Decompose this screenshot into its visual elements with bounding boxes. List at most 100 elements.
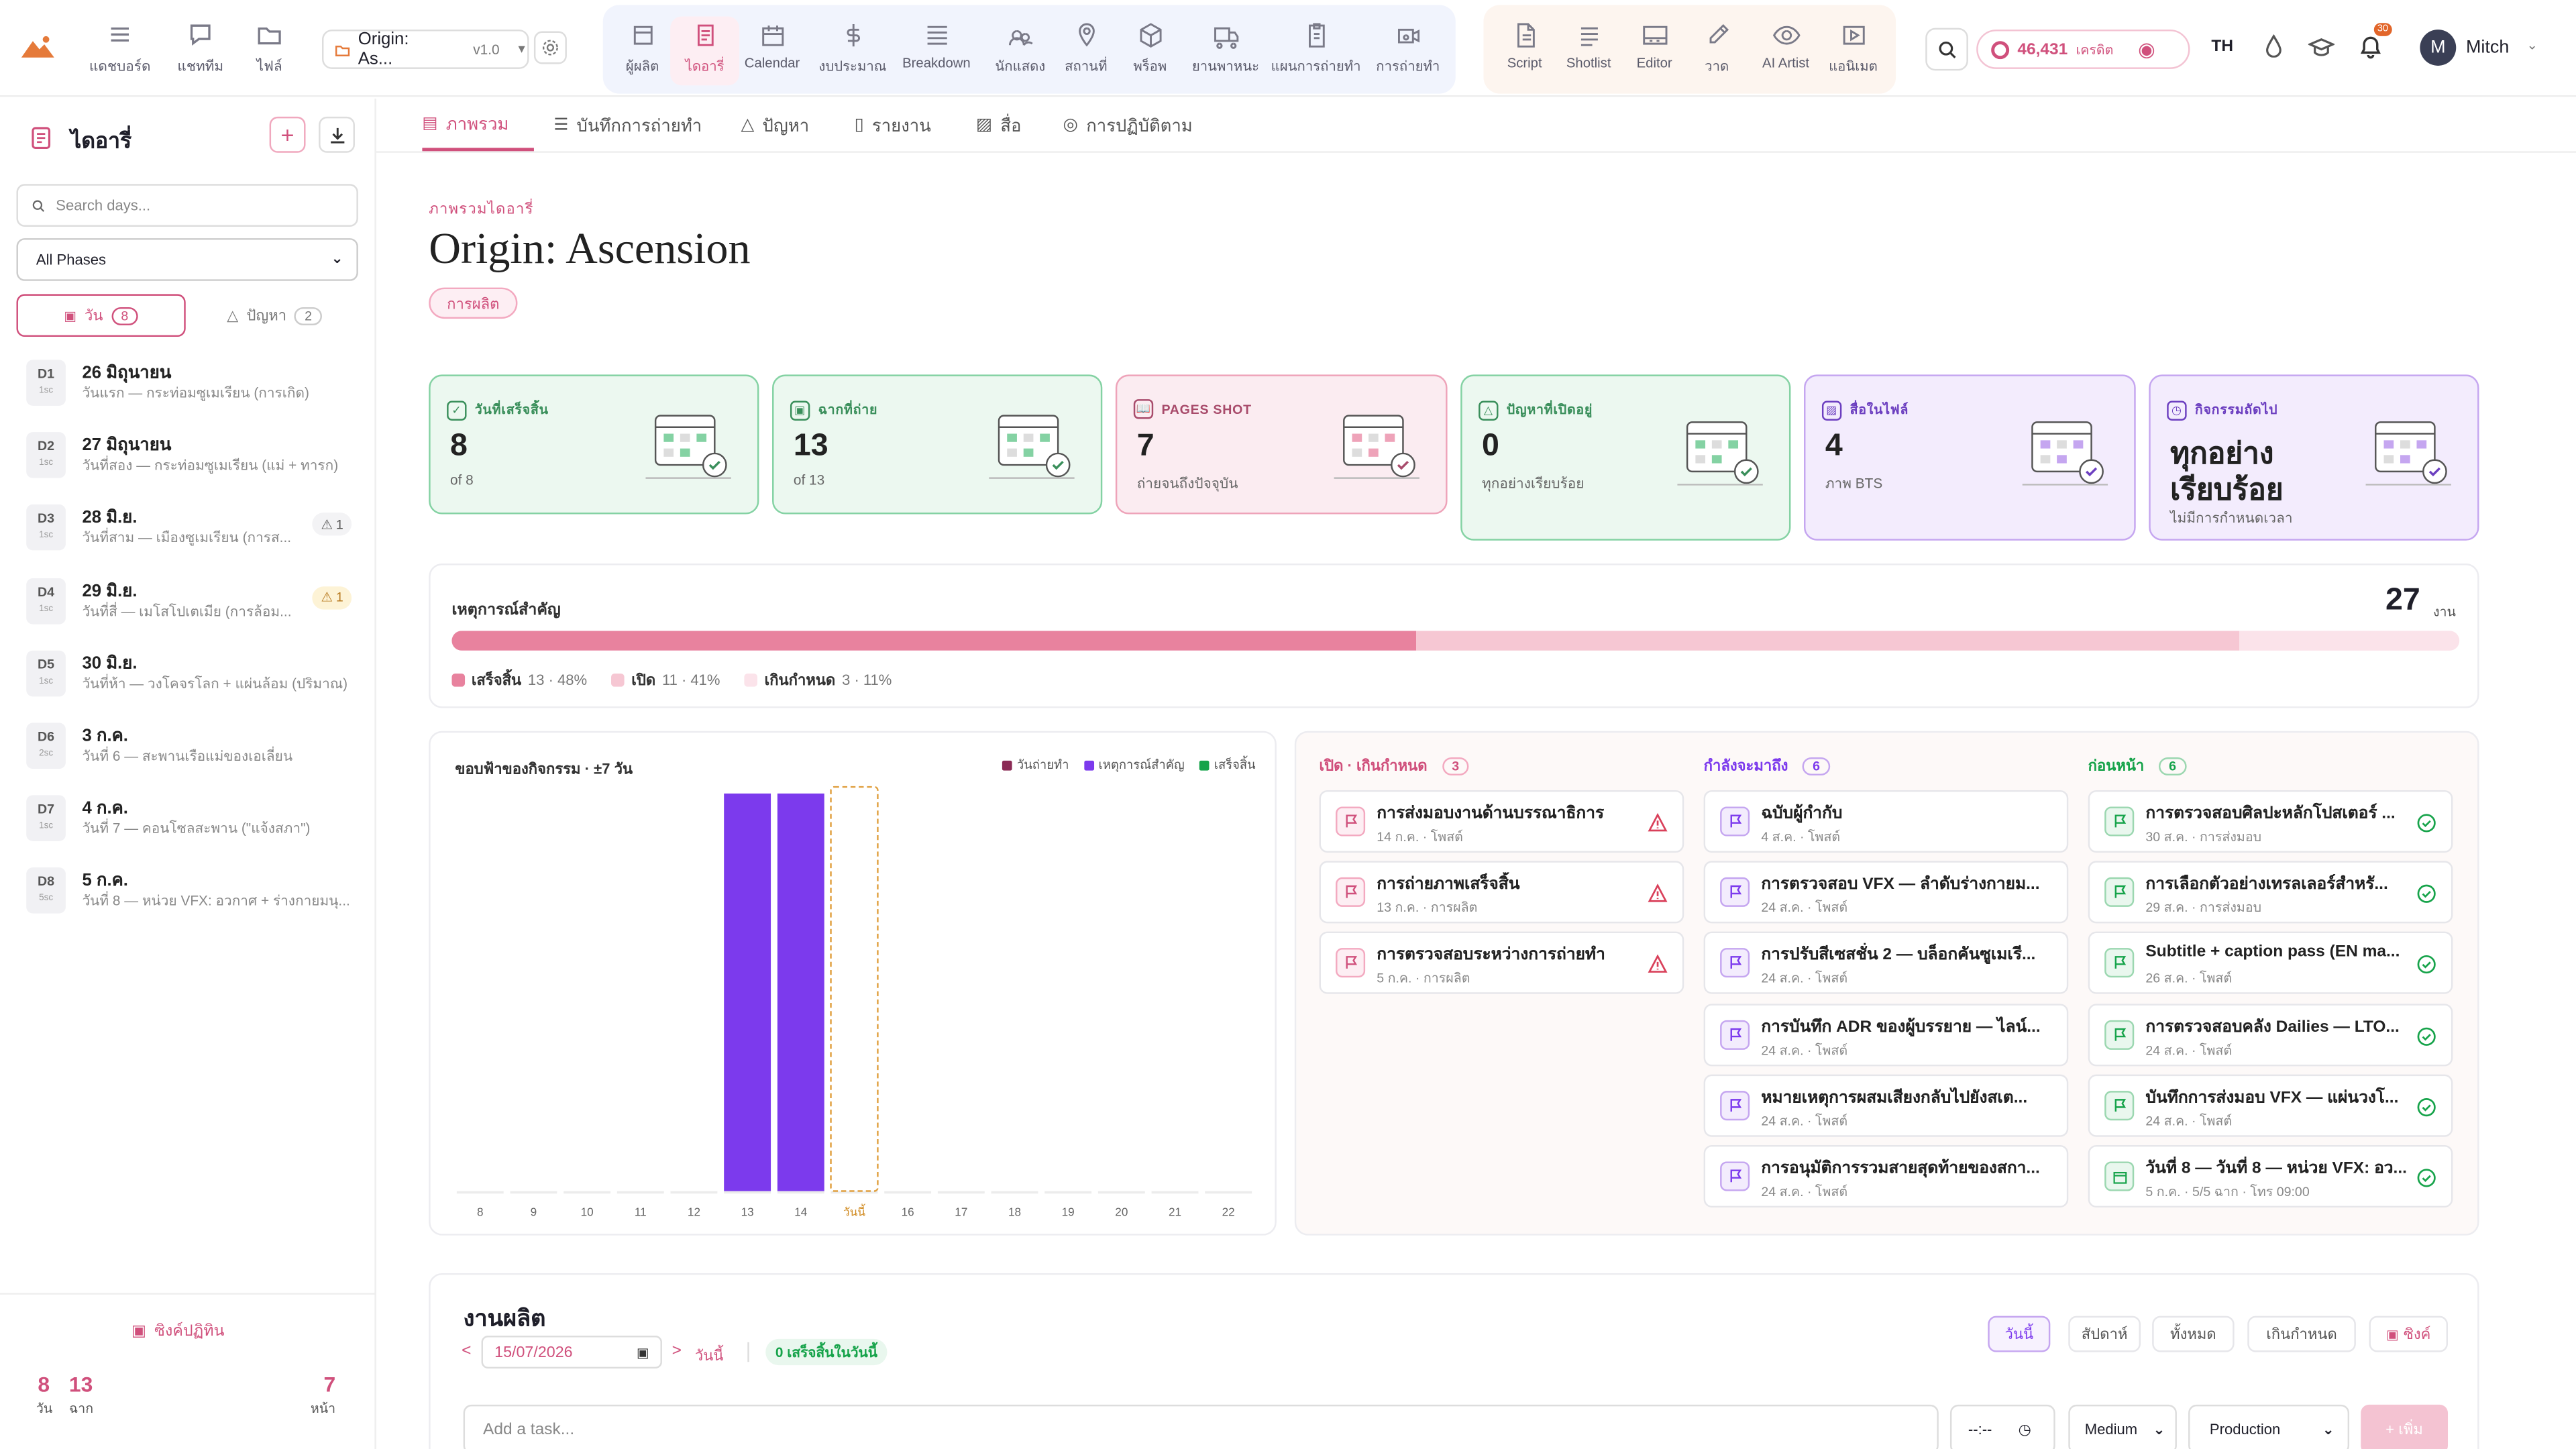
sidebar-day-item[interactable]: D4 1sc 29 มิ.ย. วันที่สี่ — เมโสโปเตเมีย (ก… — [23, 571, 358, 637]
event-card[interactable]: การตรวจสอบ VFX — ลำดับร่างกายม... 24 ส.ค.… — [1703, 861, 2069, 924]
credits-balance[interactable]: 46,431 เครดิต ◉ — [1976, 30, 2190, 69]
add-task-button[interactable]: + เพิ่ม — [2361, 1404, 2449, 1449]
tab-shoot-log[interactable]: ☰ บันทึกการถ่ายทำ — [553, 99, 702, 151]
stat-value: 13 — [793, 429, 828, 464]
graduation-cap-icon[interactable] — [2307, 36, 2336, 66]
sidebar-day-item[interactable]: D8 5sc 5 ก.ค. วันที่ 8 — หน่วย VFX: อวกาศ +… — [23, 861, 358, 927]
event-card[interactable]: หมายเหตุการผสมเสียงกลับไปยังสเต... 24 ส.ค… — [1703, 1074, 2069, 1137]
task-time-input[interactable]: --:-- ◷ — [1949, 1404, 2055, 1449]
add-day-button[interactable]: + — [269, 116, 306, 153]
search-days-input[interactable]: Search days... — [16, 184, 358, 227]
user-name[interactable]: Mitch — [2466, 38, 2509, 57]
chart-x-tick-label: 22 — [1222, 1205, 1235, 1218]
sidebar-day-item[interactable]: D3 1sc 28 มิ.ย. วันที่สาม — เมืองซูเมเรียน … — [23, 498, 358, 564]
project-selector[interactable]: Origin: As... v1.0 ▼ — [322, 30, 529, 69]
chart-baseline-mark — [1205, 1191, 1252, 1194]
tab-issues[interactable]: △ ปัญหา 2 — [191, 294, 358, 337]
sidebar-day-item[interactable]: D5 1sc 30 มิ.ย. วันที่ห้า — วงโคจรโลก + แผ่… — [23, 644, 358, 710]
date-input[interactable]: 15/07/2026 ▣ — [481, 1336, 662, 1369]
sidebar-day-item[interactable]: D1 1sc 26 มิถุนายน วันแรก — กระท่อมซูเมเรีย… — [23, 354, 358, 419]
nav-tool-cast[interactable]: นักแสดง — [985, 16, 1055, 85]
task-filter-0[interactable]: วันนี้ — [1988, 1316, 2051, 1352]
task-filter-4[interactable]: ▣ ซิงค์ — [2369, 1316, 2449, 1352]
nav-files[interactable]: ไฟล์ — [235, 16, 304, 85]
next-day-button[interactable]: > — [672, 1342, 682, 1360]
phase-select[interactable]: All Phases ⌄ — [16, 238, 358, 281]
task-filter-3[interactable]: เกินกำหนด — [2247, 1316, 2356, 1352]
stat-subtext: of 8 — [450, 471, 474, 488]
theme-drop-icon[interactable] — [2264, 34, 2284, 66]
check-circle-icon — [2416, 953, 2436, 975]
language-toggle[interactable]: TH — [2211, 38, 2233, 56]
event-card[interactable]: การปรับสีเซสชั่น 2 — บล็อกคันซูเมเรี... 2… — [1703, 932, 2069, 995]
today-link[interactable]: วันนี้ — [695, 1344, 724, 1366]
tab-issues[interactable]: △ ปัญหา — [741, 99, 809, 151]
sync-calendar-button[interactable]: ▣ ซิงค์ปฏิทิน — [131, 1320, 225, 1344]
event-card[interactable]: การอนุมัติการรวมสายสุดท้ายของสกา... 24 ส.… — [1703, 1144, 2069, 1208]
sidebar-day-item[interactable]: D2 1sc 27 มิถุนายน วันที่สอง — กระท่อมซูเมเ… — [23, 426, 358, 492]
nav-tool-breakdown[interactable]: Breakdown — [902, 16, 971, 85]
nav-tool-clipboard[interactable]: แผนการถ่ายทำ — [1270, 16, 1362, 85]
task-filter-2[interactable]: ทั้งหมด — [2152, 1316, 2235, 1352]
event-card[interactable]: Subtitle + caption pass (EN ma... 26 ส.ค.… — [2088, 932, 2453, 995]
event-card[interactable]: การเลือกตัวอย่างเทรลเลอร์สำหรั... 29 ส.ค.… — [2088, 861, 2453, 924]
chart-x-tick-label: 16 — [902, 1205, 914, 1218]
nav-tool-truck[interactable]: ยานพาหนะ — [1183, 16, 1268, 85]
tab-overview[interactable]: ▤ ภาพรวม — [422, 99, 534, 152]
notifications-button[interactable]: 30 — [2359, 23, 2392, 67]
event-card[interactable]: การส่งมอบงานด้านบรรณาธิการ 14 ก.ค. · โพสต… — [1319, 790, 1684, 853]
event-card[interactable]: การบันทึก ADR ของผู้บรรยาย — ไลน์... 24 ส… — [1703, 1003, 2069, 1066]
stat-pages-shot[interactable]: 📖 PAGES SHOT 7 ถ่ายจนถึงปัจจุบัน — [1115, 374, 1448, 515]
event-card[interactable]: การตรวจสอบศิลปะหลักโปสเตอร์ ... 30 ส.ค. ·… — [2088, 790, 2453, 853]
warning-icon — [1648, 883, 1668, 903]
nav-creative-shotlist[interactable]: Shotlist — [1554, 16, 1623, 85]
tab-reports[interactable]: ▯ รายงาน — [854, 99, 930, 151]
tab-days[interactable]: ▣ วัน 8 — [16, 294, 186, 337]
task-filter-1[interactable]: สัปดาห์ — [2068, 1316, 2141, 1352]
priority-select[interactable]: Medium ⌄ — [2068, 1404, 2177, 1449]
search-button[interactable] — [1925, 28, 1968, 71]
stat-days-completed[interactable]: ✓ วันที่เสร็จสิ้น 8 of 8 — [429, 374, 759, 515]
eye-icon[interactable]: ◉ — [2138, 38, 2155, 60]
nav-dashboard[interactable]: แดชบอร์ด — [85, 16, 154, 85]
nav-creative-pencil[interactable]: วาด — [1682, 16, 1752, 85]
nav-tool-diary[interactable]: ไดอารี่ — [670, 16, 740, 86]
stat-scenes-shot[interactable]: ▣ ฉากที่ถ่าย 13 of 13 — [772, 374, 1103, 515]
nav-team-chat[interactable]: แชททีม — [166, 16, 235, 85]
prev-day-button[interactable]: < — [462, 1342, 471, 1360]
event-card[interactable]: การตรวจสอบคลัง Dailies — LTO... 24 ส.ค. ·… — [2088, 1003, 2453, 1066]
app-logo[interactable] — [19, 33, 56, 59]
user-avatar[interactable]: M — [2420, 30, 2457, 66]
stat-next-activity[interactable]: ◷ กิจกรรมถัดไป ทุกอย่าง เรียบร้อย ไม่มีการกำ… — [2149, 374, 2479, 541]
nav-tool-dollar[interactable]: งบประมาณ — [818, 16, 888, 85]
tab-media[interactable]: ▨ สื่อ — [976, 99, 1022, 151]
nav-tool-camera[interactable]: การถ่ายทำ — [1373, 16, 1442, 85]
nav-tool-producer[interactable]: ผู้ผลิต — [608, 16, 677, 85]
tab-compliance[interactable]: ◎ การปฏิบัติตาม — [1063, 99, 1193, 151]
event-card[interactable]: ฉบับผู้กำกับ 4 ส.ค. · โพสต์ — [1703, 790, 2069, 853]
sidebar-day-item[interactable]: D7 1sc 4 ก.ค. วันที่ 7 — คอนโซลสะพาน ("แจ้ง… — [23, 789, 358, 855]
event-card[interactable]: บันทึกการส่งมอบ VFX — แผ่นวงโ... 24 ส.ค. … — [2088, 1074, 2453, 1137]
event-card[interactable]: การตรวจสอบระหว่างการถ่ายทำ 5 ก.ค. · การผล… — [1319, 932, 1684, 995]
project-settings-button[interactable] — [533, 31, 567, 64]
nav-tool-prop-box[interactable]: พร็อพ — [1116, 16, 1185, 85]
add-task-input[interactable]: Add a task... — [463, 1404, 1939, 1449]
event-card[interactable]: วันที่ 8 — วันที่ 8 — หน่วย VFX: อว... 5 … — [2088, 1144, 2453, 1208]
stat-media-files[interactable]: ▨ สื่อในไฟล์ 4 ภาพ BTS — [1804, 374, 2136, 541]
category-select[interactable]: Production ⌄ — [2188, 1404, 2350, 1449]
stat-open-issues[interactable]: △ ปัญหาที่เปิดอยู่ 0 ทุกอย่างเรียบร้อย — [1460, 374, 1791, 541]
chevron-down-icon: ▼ — [516, 43, 528, 56]
day-code-badge: D4 1sc — [26, 578, 66, 624]
chevron-down-icon[interactable]: ⌄ — [2527, 38, 2538, 52]
sidebar-day-item[interactable]: D6 2sc 3 ก.ค. วันที่ 6 — สะพานเรือแม่ของเอเ… — [23, 716, 358, 782]
flag-icon — [1336, 949, 1366, 979]
event-card[interactable]: การถ่ายภาพเสร็จสิ้น 13 ก.ค. · การผลิต — [1319, 861, 1684, 924]
export-button[interactable] — [319, 116, 355, 153]
nav-creative-script[interactable]: Script — [1490, 16, 1559, 85]
nav-tool-location-pin[interactable]: สถานที่ — [1051, 16, 1120, 85]
nav-creative-editor[interactable]: Editor — [1620, 16, 1689, 85]
chart-baseline-mark — [670, 1191, 718, 1194]
nav-creative-ai-eye[interactable]: AI Artist — [1752, 16, 1821, 85]
nav-tool-calendar[interactable]: Calendar — [738, 16, 807, 85]
nav-creative-play[interactable]: แอนิเมต — [1819, 16, 1888, 85]
